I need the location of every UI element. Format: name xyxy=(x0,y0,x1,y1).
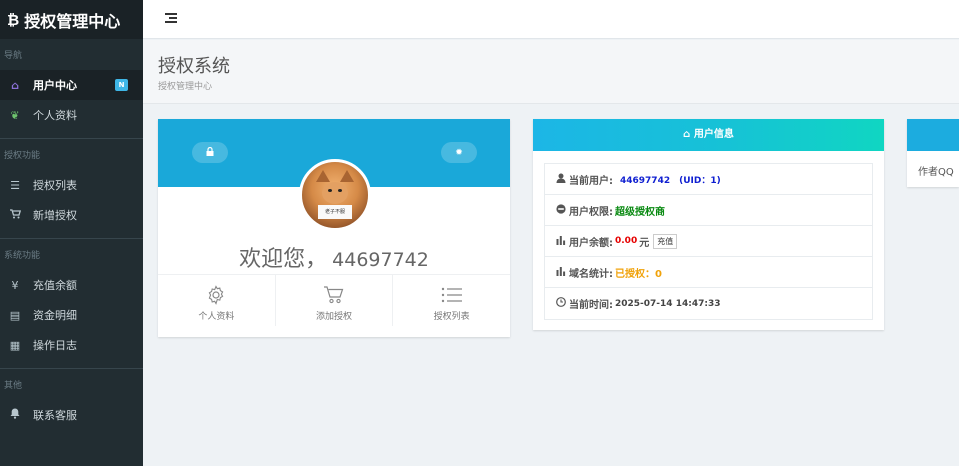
clock-icon xyxy=(556,297,567,310)
welcome-user-number: 44697742 xyxy=(332,249,429,271)
table-icon: ▤ xyxy=(9,308,21,322)
action-label: 个人资料 xyxy=(198,312,235,322)
bitcoin-icon: ₿ xyxy=(7,10,20,29)
sidebar-item-add-auth[interactable]: 新增授权 xyxy=(0,200,143,230)
topbar xyxy=(143,0,959,39)
action-profile[interactable]: 个人资料 xyxy=(158,275,276,326)
welcome-label: 欢迎您， xyxy=(239,247,328,272)
sidebar-item-support[interactable]: 联系客服 xyxy=(0,400,143,430)
list-icon xyxy=(393,284,510,306)
time-label: 当前时间: xyxy=(569,300,613,311)
app-title: 授权管理中心 xyxy=(24,11,121,31)
sidebar-item-logs[interactable]: ▦ 操作日志 xyxy=(0,330,143,360)
profile-card: ✹ 老子不服 欢迎您， 44697742 个人资料 添加授权 授权列表 xyxy=(158,119,510,337)
lock-icon xyxy=(206,146,214,159)
cart-icon xyxy=(8,208,22,222)
sidebar-item-label: 个人资料 xyxy=(33,109,77,122)
domain-value: 已授权：0 xyxy=(615,268,662,280)
leaf-icon: ❦ xyxy=(10,108,20,122)
page-subtitle: 授权管理中心 xyxy=(158,82,213,92)
cart-icon xyxy=(276,284,393,306)
brand[interactable]: ₿ 授权管理中心 xyxy=(0,0,143,39)
row-current-user: 当前用户: 44697742 (UID：1) xyxy=(545,164,872,195)
current-user-value: 44697742 (UID：1) xyxy=(620,175,721,186)
gear-icon: ✹ xyxy=(455,147,463,158)
author-card-header xyxy=(907,119,959,151)
user-icon xyxy=(556,173,567,186)
sidebar: ₿ 授权管理中心 导航 ⌂ 用户中心 N ❦ 个人资料 授权功能 ☰ 授权列表 … xyxy=(0,0,143,466)
sidebar-item-label: 授权列表 xyxy=(33,179,77,192)
row-balance: 用户余额: 0.00 元 充值 xyxy=(545,226,872,257)
user-info-card: ⌂ 用户信息 当前用户: 44697742 (UID：1) 用户权限: 超级授权… xyxy=(533,119,884,330)
action-add-auth[interactable]: 添加授权 xyxy=(276,275,394,326)
section-title-system: 系统功能 xyxy=(4,251,41,261)
current-user-label: 当前用户: xyxy=(569,175,613,187)
avatar-sign: 老子不服 xyxy=(318,205,352,219)
time-value: 2025-07-14 14:47:33 xyxy=(615,298,721,309)
section-title-nav: 导航 xyxy=(4,51,23,61)
minus-circle-icon xyxy=(556,203,567,217)
permission-label: 用户权限: xyxy=(569,206,613,218)
balance-amount: 0.00 xyxy=(615,236,638,246)
sidebar-item-auth-list[interactable]: ☰ 授权列表 xyxy=(0,170,143,200)
bar-chart-icon xyxy=(556,266,567,279)
lock-button[interactable] xyxy=(192,142,228,163)
list-icon: ☰ xyxy=(10,178,20,192)
balance-unit: 元 xyxy=(639,237,650,249)
home-icon: ⌂ xyxy=(683,129,691,140)
permission-value: 超级授权商 xyxy=(615,206,665,218)
sidebar-item-label: 联系客服 xyxy=(33,409,77,422)
page-header: 授权系统 授权管理中心 xyxy=(143,40,959,104)
sidebar-item-label: 资金明细 xyxy=(33,309,77,322)
sidebar-item-label: 操作日志 xyxy=(33,339,77,352)
sidebar-item-recharge[interactable]: ¥ 充值余额 xyxy=(0,270,143,300)
action-auth-list[interactable]: 授权列表 xyxy=(393,275,510,326)
section-title-other: 其他 xyxy=(4,381,23,391)
balance-label: 用户余额: xyxy=(569,237,613,249)
user-info-list: 当前用户: 44697742 (UID：1) 用户权限: 超级授权商 用户余额:… xyxy=(544,163,873,320)
sidebar-item-label: 新增授权 xyxy=(33,209,77,222)
user-info-header: ⌂ 用户信息 xyxy=(533,119,884,151)
gear-icon xyxy=(158,284,275,306)
action-label: 添加授权 xyxy=(316,312,353,322)
bell-icon xyxy=(8,408,22,422)
menu-toggle-icon[interactable] xyxy=(165,13,177,24)
settings-button[interactable]: ✹ xyxy=(441,142,477,163)
sidebar-item-label: 用户中心 xyxy=(33,79,77,92)
avatar: 老子不服 xyxy=(299,159,371,231)
sidebar-item-label: 充值余额 xyxy=(33,279,77,292)
user-info-title: 用户信息 xyxy=(693,129,734,140)
author-card: 作者QQ xyxy=(907,119,959,187)
sidebar-item-profile[interactable]: ❦ 个人资料 xyxy=(0,100,143,130)
new-badge: N xyxy=(115,79,128,91)
sidebar-item-funds[interactable]: ▤ 资金明细 xyxy=(0,300,143,330)
row-time: 当前时间: 2025-07-14 14:47:33 xyxy=(545,288,872,319)
row-permission: 用户权限: 超级授权商 xyxy=(545,195,872,226)
yen-icon: ¥ xyxy=(11,278,19,292)
bar-chart-icon xyxy=(556,235,567,248)
author-qq-label: 作者QQ xyxy=(918,167,954,178)
recharge-button[interactable]: 充值 xyxy=(653,233,678,249)
calendar-icon: ▦ xyxy=(9,338,21,352)
action-label: 授权列表 xyxy=(433,312,470,322)
sidebar-item-user-center[interactable]: ⌂ 用户中心 N xyxy=(0,70,143,100)
welcome-text: 欢迎您， 44697742 xyxy=(158,241,510,273)
section-title-auth: 授权功能 xyxy=(4,151,41,161)
home-icon: ⌂ xyxy=(11,78,19,92)
page-title: 授权系统 xyxy=(158,56,230,77)
row-domain: 域名统计: 已授权：0 xyxy=(545,257,872,288)
domain-label: 域名统计: xyxy=(569,268,613,280)
profile-actions: 个人资料 添加授权 授权列表 xyxy=(158,274,510,326)
